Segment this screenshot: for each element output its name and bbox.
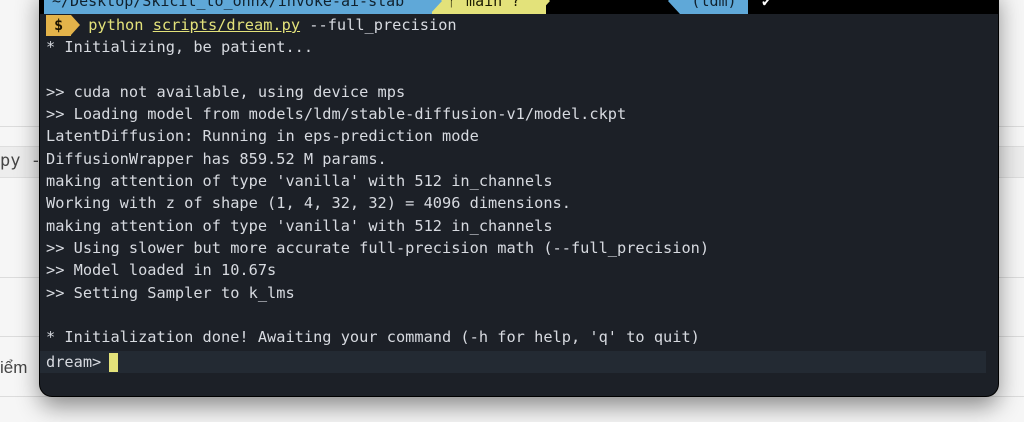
terminal-window[interactable]: ~/Desktop/Skicit_to_onnx/invoke-ai-stab … <box>40 0 998 396</box>
git-branch-icon: ᚠ <box>448 0 458 10</box>
output-line: >> Setting Sampler to k_lms <box>46 283 295 302</box>
segment-separator <box>668 0 680 14</box>
output-line: making attention of type 'vanilla' with … <box>46 172 553 191</box>
command-program: python <box>88 16 144 34</box>
output-line: LatentDiffusion: Running in eps-predicti… <box>46 127 479 146</box>
git-segment: ᚠ main ? <box>432 0 546 14</box>
output-line: >> Loading model from models/ldm/stable-… <box>46 105 627 124</box>
output-line: Working with z of shape (1, 4, 32, 32) =… <box>46 194 571 213</box>
background-divider <box>0 396 1024 397</box>
path-segment: ~/Desktop/Skicit_to_onnx/invoke-ai-stab <box>44 0 438 14</box>
output-lines: * Initializing, be patient... >> cuda not… <box>46 36 992 348</box>
prompt-separator <box>71 15 81 36</box>
dream-prompt: dream> <box>46 353 102 371</box>
desktop-stage: py - iểm ~/Desktop/Skicit_to_onnx/invoke… <box>0 0 1024 422</box>
output-line: >> Model loaded in 10.67s <box>46 261 277 280</box>
output-line: >> cuda not available, using device mps <box>46 82 406 101</box>
output-line: * Initializing, be patient... <box>46 38 314 57</box>
background-text-fragment: py - <box>0 151 41 171</box>
command-line: $ python scripts/dream.py --full_precisio… <box>46 14 992 36</box>
command-script[interactable]: scripts/dream.py <box>153 14 300 36</box>
output-line: >> Using slower but more accurate full-p… <box>46 238 710 257</box>
segment-separator <box>748 0 760 14</box>
dream-input-line[interactable]: dream> <box>40 351 986 373</box>
terminal-status-bar: ~/Desktop/Skicit_to_onnx/invoke-ai-stab … <box>40 0 998 14</box>
text-cursor <box>109 352 119 372</box>
check-icon: ✔ <box>762 0 772 10</box>
git-branch-label: main ? <box>466 0 521 10</box>
output-line: making attention of type 'vanilla' with … <box>46 216 553 235</box>
segment-separator <box>430 0 442 14</box>
output-line: DiffusionWrapper has 859.52 M params. <box>46 149 387 168</box>
conda-env-segment: (ldm) <box>680 0 748 14</box>
command-flag: --full_precision <box>309 16 457 34</box>
prompt-symbol: $ <box>46 14 72 36</box>
output-line: * Initialization done! Awaiting your com… <box>46 328 700 347</box>
segment-separator <box>538 0 550 14</box>
terminal-output: $ python scripts/dream.py --full_precisio… <box>46 14 992 348</box>
background-text-fragment: iểm <box>0 358 28 377</box>
